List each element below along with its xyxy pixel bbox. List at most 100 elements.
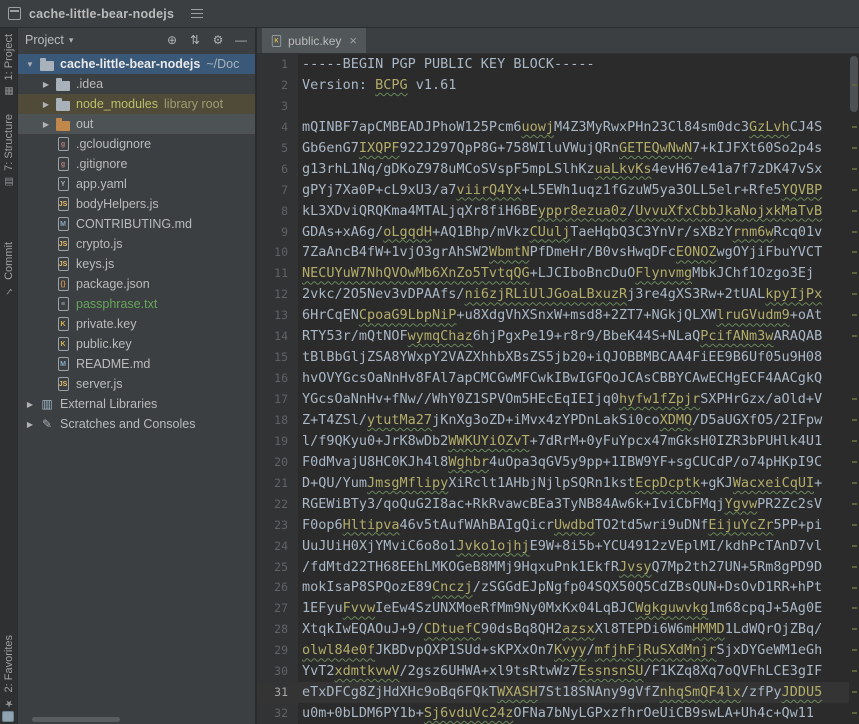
error-stripe-mark — [852, 712, 857, 714]
editor-gutter[interactable]: 1234567891011121314151617181920212223242… — [257, 54, 298, 724]
code-line: hvOVYGcsOaNnHv8FAl7apCMCGwMFCwkIBwIGFQoJ… — [298, 368, 849, 389]
menu-icon[interactable] — [188, 6, 206, 22]
code-line: tBlBbGljZSA8YWxpY2VAZXhhbXBsZS5jb20+iQJO… — [298, 347, 849, 368]
line-number: 21 — [257, 473, 298, 494]
code-area[interactable]: -----BEGIN PGP PUBLIC KEY BLOCK-----Vers… — [298, 54, 849, 724]
line-number: 17 — [257, 389, 298, 410]
tree-item[interactable]: g.gitignore — [18, 154, 255, 174]
line-number: 28 — [257, 619, 298, 640]
chevron-right-icon[interactable]: ▶ — [22, 400, 38, 409]
error-stripe-mark — [852, 607, 857, 609]
toolwindow-label: 2: Favorites — [3, 635, 15, 692]
code-line: Version: BCPG v1.61 — [298, 75, 849, 96]
code-line: RGEWiBTy3/qoQuG2I8ac+RkRvawcBEa3TyNB84Aw… — [298, 494, 849, 515]
tree-item[interactable]: ▶ out — [18, 114, 255, 134]
toolwindow-button-2-favorites[interactable]: ★2: Favorites — [3, 635, 15, 708]
error-stripe-mark — [852, 251, 857, 253]
collapse-all-icon[interactable]: ⇅ — [188, 33, 202, 47]
code-line: 2vkc/2O5Nev3vDPAAfs/ni6zjRLiUlJGoaLBxuzR… — [298, 284, 849, 305]
tree-item-hint: ~/Doc — [206, 57, 239, 71]
line-number: 27 — [257, 598, 298, 619]
tree-item-label: app.yaml — [76, 177, 127, 191]
code-line: Z+T4ZSl/ytutMa27jKnXg3oZD+iMvx4zYPDnLakS… — [298, 410, 849, 431]
code-line: eTxDFCg8ZjHdXHc9oBq6FQkTWXASH7St18SNAny9… — [298, 682, 849, 703]
error-stripe-mark — [852, 545, 857, 547]
tab-close-icon[interactable]: × — [349, 34, 357, 47]
chevron-right-icon[interactable]: ▶ — [22, 420, 38, 429]
line-number: 16 — [257, 368, 298, 389]
tree-item-label: out — [76, 117, 93, 131]
project-dropdown-label: Project — [25, 33, 64, 47]
locate-icon[interactable]: ⊕ — [165, 33, 179, 47]
tree-item[interactable]: JSserver.js — [18, 374, 255, 394]
tree-item-label: .idea — [76, 77, 103, 91]
tree-item[interactable]: ▶▥External Libraries — [18, 394, 255, 414]
toolwindow-button-7-structure[interactable]: ▤7: Structure — [3, 114, 15, 187]
code-line: GDAs+xA6g/oLgqdH+AQ1Bhp/mVkzCUuljTaeHqbQ… — [298, 222, 849, 243]
tree-item-hint: library root — [164, 97, 223, 111]
editor-scrollbar[interactable] — [849, 54, 859, 724]
chevron-right-icon[interactable]: ▶ — [38, 80, 54, 89]
horizontal-scrollbar-thumb[interactable] — [32, 717, 120, 722]
error-stripe-mark — [852, 419, 857, 421]
error-stripe-mark — [852, 147, 857, 149]
tree-item-label: public.key — [76, 337, 132, 351]
error-stripe-mark — [852, 168, 857, 170]
tree-item[interactable]: g.gcloudignore — [18, 134, 255, 154]
chevron-right-icon[interactable]: ▶ — [38, 120, 54, 129]
tree-item-label: passphrase.txt — [76, 297, 157, 311]
tree-item[interactable]: {}package.json — [18, 274, 255, 294]
error-stripe-mark — [852, 628, 857, 630]
tree-item[interactable]: JSbodyHelpers.js — [18, 194, 255, 214]
code-line: F0op6Hltipva46v5tAufWAhBAIgQicrUwdbdTO2t… — [298, 515, 849, 536]
ide-window: cache-little-bear-nodejs ▦1: Project ▤7: … — [0, 0, 859, 724]
tree-item[interactable]: ▶node_moduleslibrary root — [18, 94, 255, 114]
file-js-icon: JS — [54, 256, 72, 272]
toolwindow-button-1-project[interactable]: ▦1: Project — [3, 34, 15, 96]
tree-item-label: server.js — [76, 377, 123, 391]
error-stripe-mark — [852, 189, 857, 191]
chevron-down-icon[interactable]: ▼ — [22, 60, 38, 69]
tree-item[interactable]: JSkeys.js — [18, 254, 255, 274]
code-line: g13rhL1Nq/gDKoZ978uMCoSVspF5mpLSlhKzuaLk… — [298, 159, 849, 180]
line-number: 4 — [257, 117, 298, 138]
tree-item-label: Scratches and Consoles — [60, 417, 196, 431]
tree-item[interactable]: ▼cache-little-bear-nodejs~/Doc — [18, 54, 255, 74]
error-stripe-mark — [852, 691, 857, 693]
toolwindow-button-commit[interactable]: ✓Commit — [3, 242, 15, 296]
tab-public-key[interactable]: K public.key × — [262, 28, 366, 53]
tree-item[interactable]: MCONTRIBUTING.md — [18, 214, 255, 234]
tree-item[interactable]: MREADME.md — [18, 354, 255, 374]
tree-item[interactable]: ▶ .idea — [18, 74, 255, 94]
editor-area: K public.key × 1234567891011121314151617… — [257, 28, 859, 724]
line-number: 11 — [257, 263, 298, 284]
line-number: 14 — [257, 326, 298, 347]
settings-icon[interactable]: ⚙ — [211, 33, 225, 47]
libraries-icon: ▥ — [38, 396, 56, 412]
tree-item[interactable]: JScrypto.js — [18, 234, 255, 254]
title-bar: cache-little-bear-nodejs — [0, 0, 859, 28]
error-stripe-mark — [852, 587, 857, 589]
tree-item[interactable]: ▶✎Scratches and Consoles — [18, 414, 255, 434]
tree-item[interactable]: ≡passphrase.txt — [18, 294, 255, 314]
project-panel-toolbar: ⊕ ⇅ ⚙ — — [165, 33, 248, 47]
tree-item[interactable]: Kprivate.key — [18, 314, 255, 334]
tree-item[interactable]: Yapp.yaml — [18, 174, 255, 194]
chevron-right-icon[interactable]: ▶ — [38, 100, 54, 109]
error-stripe-mark — [852, 314, 857, 316]
code-line: mokIsaP8SPQozE89Cnczj/zSGGdEJpNgfp04SQX5… — [298, 577, 849, 598]
code-line: kL3XDviQRQKma4MTALjqXr8fiH6BEyppr8ezua0z… — [298, 201, 849, 222]
line-number: 1 — [257, 54, 298, 75]
project-panel-header: Project ▾ ⊕ ⇅ ⚙ — — [18, 28, 255, 52]
code-line: gPYj7Xa0P+cL9xU3/a7viirQ4Yx+L5EWh1uqz1fG… — [298, 180, 849, 201]
project-dropdown[interactable]: Project ▾ — [25, 33, 73, 47]
line-number: 32 — [257, 703, 298, 724]
code-line: D+QU/YumJmsgMflipyXiRclt1AHbjNjlpSQRn1ks… — [298, 473, 849, 494]
file-key-icon: K — [54, 336, 72, 352]
tree-item[interactable]: Kpublic.key — [18, 334, 255, 354]
error-stripe-mark — [852, 670, 857, 672]
file-md-icon: M — [54, 216, 72, 232]
hide-icon[interactable]: — — [234, 33, 248, 47]
error-stripe-mark — [852, 210, 857, 212]
horizontal-scrollbar[interactable] — [18, 717, 256, 723]
